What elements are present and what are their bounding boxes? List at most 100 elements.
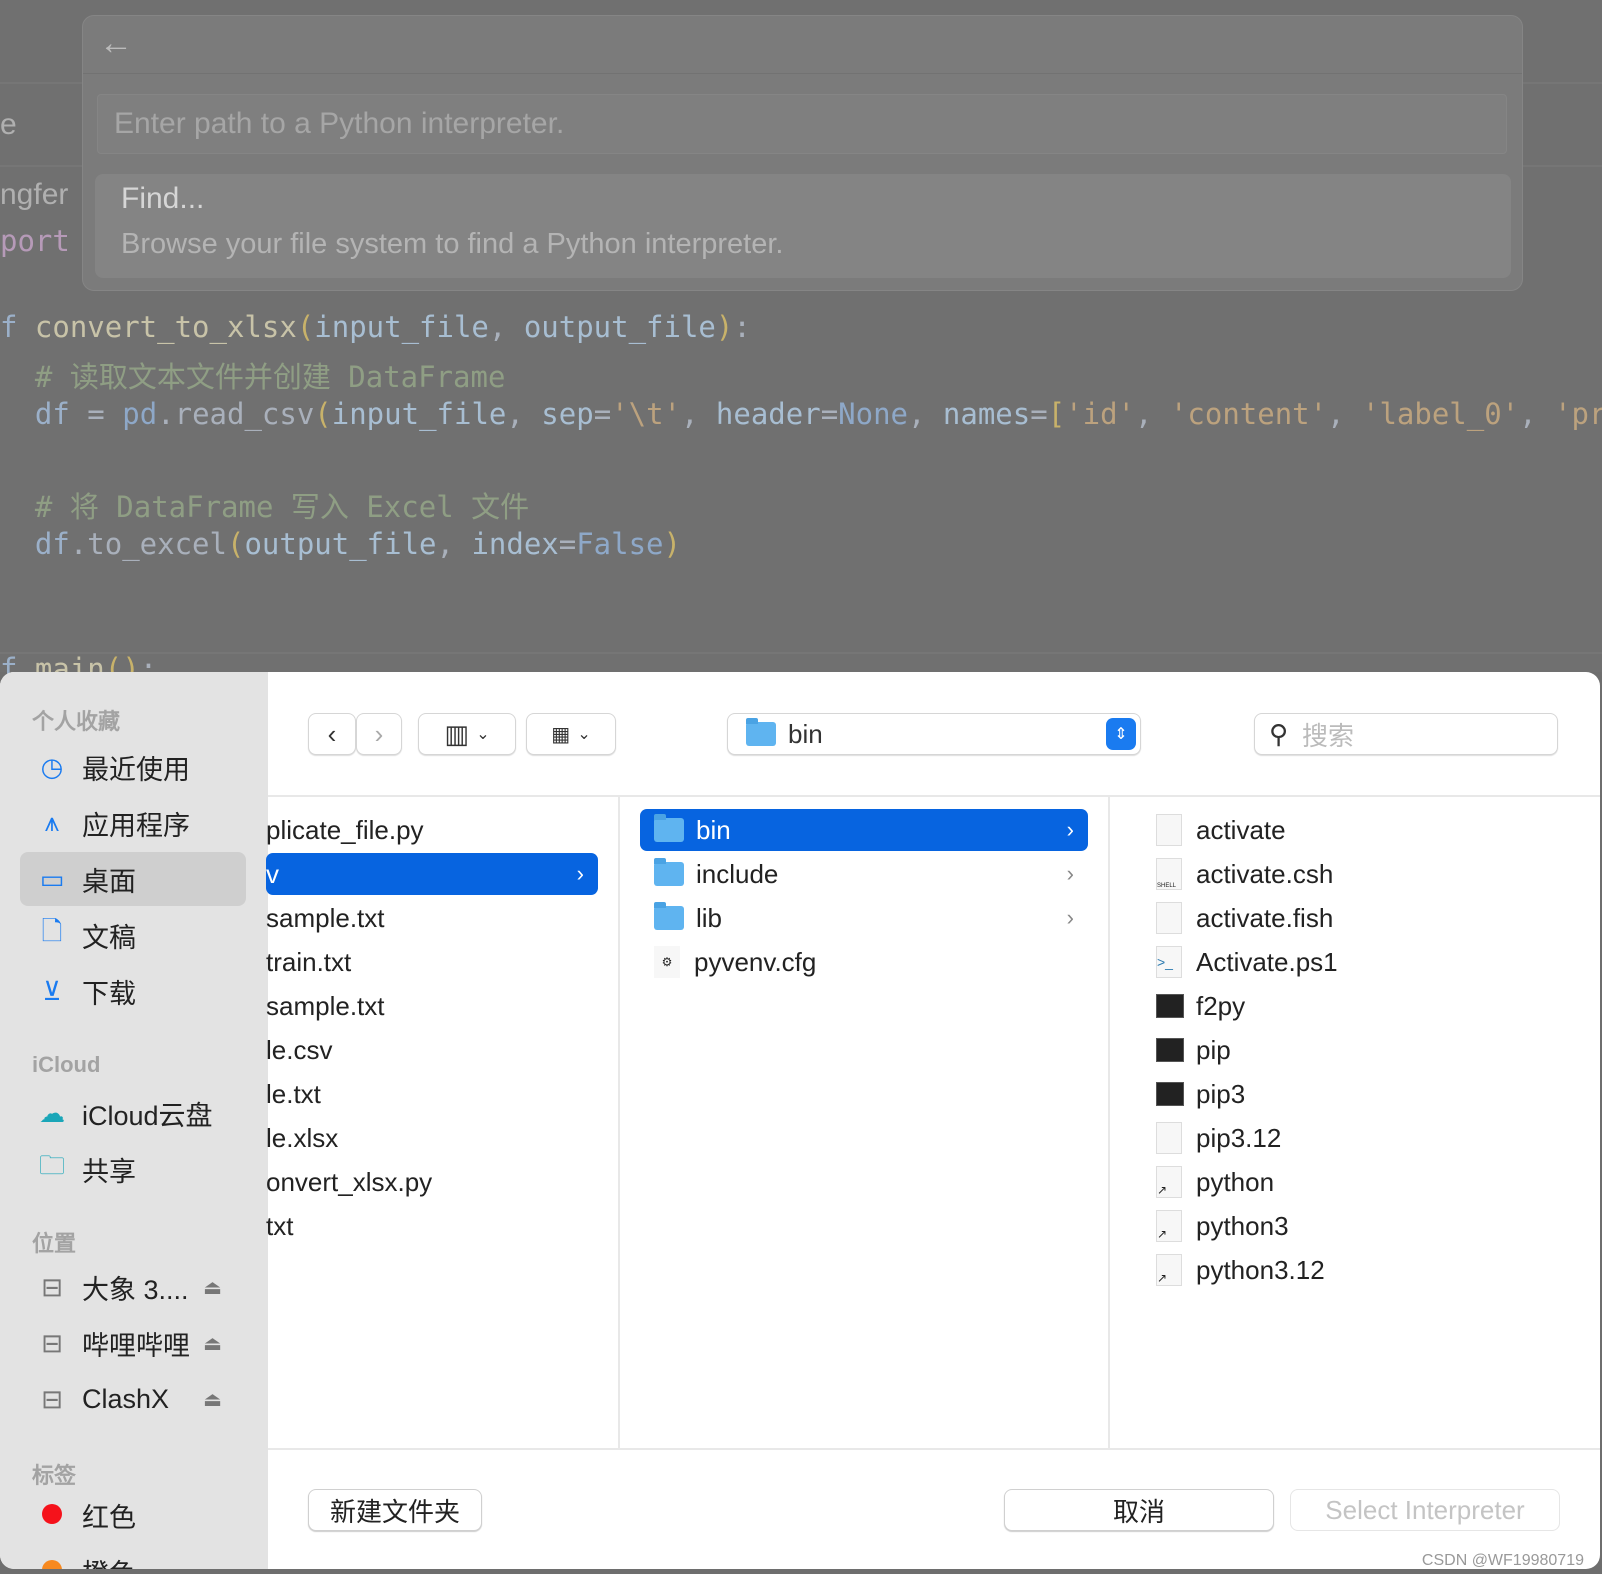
locations-header: 位置 [32,1231,77,1256]
sidebar-tag-red[interactable]: 红色 [20,1488,246,1542]
file-row[interactable]: activate [1142,809,1582,851]
code-token: 'id' [1065,397,1136,431]
code-token: False [576,527,664,561]
code-token: , [681,397,716,431]
file-name: train.txt [266,946,352,977]
file-name: activate.fish [1196,902,1334,933]
group-button[interactable]: ▦ ⌄ [526,713,616,755]
file-name: le.xlsx [266,1122,339,1153]
code-line: f convert_to_xlsx(input_file, output_fil… [0,310,751,344]
code-token: : [733,310,751,344]
forward-button[interactable]: › [356,713,402,755]
file-name: pip3.12 [1196,1122,1282,1153]
view-mode-button[interactable]: ▥ ⌄ [418,713,516,755]
file-row[interactable]: lib › [640,897,1088,939]
sidebar-item-shared[interactable]: 🗀 共享 [20,1142,246,1196]
sidebar-item-recents[interactable]: ◷ 最近使用 [20,740,246,794]
file-row[interactable]: ↗ python [1142,1161,1582,1203]
sidebar-item-label: 桌面 [82,866,136,897]
cancel-button[interactable]: 取消 [1004,1489,1274,1531]
sidebar-item-drive[interactable]: ⊟ ClashX ⏏ [20,1372,246,1426]
arrow-left-icon[interactable]: ← [99,24,133,63]
drive-icon: ⊟ [41,1327,63,1358]
file-row[interactable]: ↗ python3.12 [1142,1249,1582,1291]
file-row[interactable]: v › [266,853,598,895]
file-name: python3 [1196,1210,1289,1241]
file-name: activate.csh [1196,858,1334,889]
find-interpreter-item[interactable]: Find... Browse your file system to find … [95,174,1511,278]
file-row[interactable]: pip3 [1142,1073,1582,1115]
file-row[interactable]: txt [266,1205,598,1247]
shared-folder-icon: 🗀 [38,1150,65,1180]
gear-icon: ⚙ [654,946,680,978]
file-name: plicate_file.py [266,814,424,845]
code-token: , [1327,397,1362,431]
sidebar-item-applications[interactable]: ⩚ 应用程序 [20,796,246,850]
location-popup[interactable]: bin ⇕ [727,713,1141,755]
file-row[interactable]: >_ Activate.ps1 [1142,941,1582,983]
file-name: python3.12 [1196,1254,1325,1285]
file-row[interactable]: SHELL activate.csh [1142,853,1582,895]
sidebar-tag-orange[interactable]: 橙色 [20,1544,246,1569]
alias-icon: ↗ [1156,1166,1182,1198]
code-token: ( [296,310,315,344]
code-token: '\t' [611,397,681,431]
file-row[interactable]: le.csv [266,1029,598,1071]
interpreter-path-input[interactable]: Enter path to a Python interpreter. [97,94,1507,154]
file-row[interactable]: activate.fish [1142,897,1582,939]
side-fragment: e [0,108,17,141]
new-folder-button[interactable]: 新建文件夹 [308,1489,482,1531]
file-row[interactable]: bin › [640,809,1088,851]
file-row[interactable]: train.txt [266,941,598,983]
code-token: sep [541,397,594,431]
file-row[interactable]: ↗ python3 [1142,1205,1582,1247]
eject-icon[interactable]: ⏏ [203,1387,222,1412]
up-down-chevron-icon: ⇕ [1106,718,1136,750]
code-line: df.to_excel(output_file, index=False) [0,527,681,561]
sidebar-item-label: iCloud云盘 [82,1100,213,1131]
side-fragment: port [0,224,70,258]
code-token: f [0,310,35,344]
eject-icon[interactable]: ⏏ [203,1331,222,1356]
file-row[interactable]: le.txt [266,1073,598,1115]
code-token: output_file [244,527,437,561]
location-label: bin [788,718,823,749]
folder-icon [654,814,684,842]
sidebar-item-drive[interactable]: ⊟ 大象 3.... ⏏ [20,1260,246,1314]
red-dot-icon [36,1500,68,1531]
sidebar-item-downloads[interactable]: ⊻ 下载 [20,964,246,1018]
search-input[interactable]: ⚲ 搜索 [1254,713,1558,755]
file-row[interactable]: sample.txt [266,985,598,1027]
cloud-icon: ☁ [39,1097,65,1128]
document-icon [1156,1122,1182,1154]
file-row[interactable]: pip [1142,1029,1582,1071]
chevron-right-icon: › [1066,861,1074,886]
code-line: # 读取文本文件并创建 DataFrame [0,354,506,396]
code-token: , [436,527,472,561]
file-row[interactable]: ⚙ pyvenv.cfg [640,941,1088,983]
drive-icon: ⊟ [41,1271,63,1302]
sidebar-item-documents[interactable]: 🗋 文稿 [20,908,246,962]
column-3: activate SHELL activate.csh activate.fish >_… [1110,797,1600,1448]
file-row[interactable]: onvert_xlsx.py [266,1161,598,1203]
code-token: , [1519,397,1555,431]
select-interpreter-button[interactable]: Select Interpreter [1290,1489,1560,1531]
eject-icon[interactable]: ⏏ [203,1275,222,1300]
file-row[interactable]: plicate_file.py [266,809,598,851]
item-description: Browse your file system to find a Python… [121,228,784,260]
file-row[interactable]: le.xlsx [266,1117,598,1159]
file-row[interactable]: pip3.12 [1142,1117,1582,1159]
code-token: .to_excel [69,527,227,561]
file-name: pip3 [1196,1078,1246,1109]
sidebar-item-desktop[interactable]: ▭ 桌面 [20,852,246,906]
file-name: bin [696,814,731,845]
code-token: input_file [331,397,507,431]
back-button[interactable]: ‹ [308,713,356,755]
file-name: sample.txt [266,902,385,933]
sidebar-item-drive[interactable]: ⊟ 哔哩哔哩 ⏏ [20,1316,246,1370]
file-row[interactable]: f2py [1142,985,1582,1027]
file-row[interactable]: include › [640,853,1088,895]
file-name: v [266,858,279,889]
file-row[interactable]: sample.txt [266,897,598,939]
sidebar-item-icloud-drive[interactable]: ☁ iCloud云盘 [20,1086,246,1140]
